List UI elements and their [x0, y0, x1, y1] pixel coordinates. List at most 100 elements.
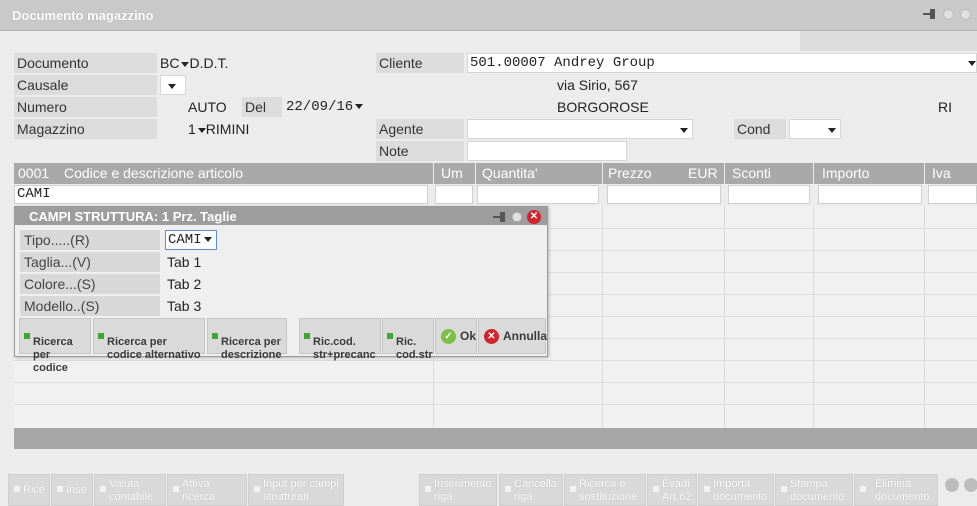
modello-label: Modello..(S)	[20, 296, 160, 316]
window-controls	[923, 8, 971, 20]
campi-struttura-dialog: CAMPI STRUTTURA: 1 Prz. Taglie ✕ Tipo...…	[14, 206, 548, 374]
col-separator	[602, 163, 603, 184]
importo-input[interactable]	[818, 185, 922, 204]
chevron-down-icon	[197, 127, 206, 133]
documento-label: Documento	[14, 53, 157, 73]
pin-icon[interactable]	[493, 211, 507, 223]
pin-icon[interactable]	[923, 8, 937, 20]
cliente-label: Cliente	[376, 53, 464, 73]
sconti-input[interactable]	[728, 185, 810, 204]
dialog-titlebar: CAMPI STRUTTURA: 1 Prz. Taglie ✕	[15, 207, 547, 225]
cliente-field[interactable]: 501.00007 Andrey Group	[467, 53, 977, 73]
chevron-down-icon	[828, 128, 836, 133]
attiva-ricerca-estesa-button[interactable]: Attiva ricerca estesa	[167, 474, 247, 506]
valuta-contabile-button[interactable]: Valuta contabile	[94, 474, 166, 506]
causale-select[interactable]	[160, 75, 186, 95]
col-iva: Iva	[932, 165, 951, 181]
province: RI	[938, 99, 952, 115]
grid-column-line	[924, 206, 925, 428]
codice-value: CAMI	[17, 186, 51, 202]
window-title: Documento magazzino	[12, 8, 154, 23]
cancel-icon: ✕	[484, 329, 499, 344]
rice-button[interactable]: Rice	[8, 474, 50, 506]
green-square-icon	[24, 333, 30, 339]
magazzino-label: Magazzino	[14, 119, 157, 139]
ricerca-codice-alternativo-button[interactable]: Ricerca per codice alternativo	[93, 318, 205, 361]
magazzino-code: 1	[188, 121, 196, 137]
note-label: Note	[376, 141, 464, 161]
ricerca-per-codice-label: Ricerca per codice	[33, 336, 73, 374]
um-input[interactable]	[435, 185, 473, 204]
agente-label: Agente	[376, 119, 464, 139]
ricerca-per-descrizione-button[interactable]: Ricerca per descrizione	[207, 318, 287, 361]
header-band	[800, 31, 977, 51]
agente-select[interactable]	[467, 119, 693, 139]
ricerca-codice-alternativo-label: Ricerca per codice alternativo	[107, 336, 201, 361]
inserimento-riga-button[interactable]: Inserimento riga	[419, 474, 497, 506]
elimina-documento-button[interactable]: Elimina documento	[854, 474, 938, 506]
chevron-down-icon	[355, 103, 364, 109]
evadi-art62-button[interactable]: Evadi Art.62	[647, 474, 697, 506]
minimize-icon[interactable]	[943, 8, 954, 20]
col-codice: Codice e descrizione articolo	[64, 165, 243, 181]
numero-field[interactable]: AUTO	[188, 97, 227, 117]
ricerca-sostituzione-button[interactable]: Ricerca e sostituzione	[564, 474, 646, 506]
circle-icon[interactable]	[944, 477, 960, 493]
numero-label: Numero	[14, 97, 157, 117]
ricerca-per-codice-button[interactable]: Ricerca per codice	[19, 318, 91, 374]
input-campi-strutturati-button[interactable]: Input per campi strutturati	[248, 474, 344, 506]
inse-button[interactable]: Inse	[51, 474, 93, 506]
dialog-title: CAMPI STRUTTURA: 1 Prz. Taglie	[29, 209, 237, 224]
quantita-input[interactable]	[477, 185, 599, 204]
close-icon[interactable]: ✕	[527, 210, 541, 224]
ok-button[interactable]: ✓ Ok	[435, 318, 477, 354]
ricerca-per-descrizione-label: Ricerca per descrizione	[221, 336, 282, 361]
col-sconti: Sconti	[732, 165, 771, 181]
green-square-icon	[212, 333, 218, 339]
col-separator	[924, 163, 925, 184]
minimize-icon[interactable]	[512, 212, 522, 222]
note-field[interactable]	[467, 141, 627, 161]
grid-footer-band	[14, 428, 977, 449]
address-line2: BORGOROSE	[557, 99, 649, 115]
annulla-button[interactable]: ✕ Annulla	[478, 318, 547, 354]
col-separator	[813, 163, 814, 184]
chevron-down-icon	[968, 61, 976, 66]
close-icon[interactable]	[963, 477, 977, 493]
ric-cod-str-precanc-button[interactable]: Ric.cod. str+precanc	[299, 318, 381, 361]
cliente-value: 501.00007 Andrey Group	[470, 55, 655, 71]
grid-header: 0001 Codice e descrizione articolo Um Qu…	[14, 163, 977, 184]
del-label: Del	[242, 97, 282, 117]
col-quantita: Quantita'	[482, 165, 538, 181]
ok-label: Ok	[460, 329, 477, 343]
close-icon[interactable]	[960, 8, 971, 20]
green-square-icon	[387, 333, 393, 339]
date-field[interactable]: 22/09/16	[286, 97, 364, 117]
prezzo-input[interactable]	[607, 185, 721, 204]
col-separator	[724, 163, 725, 184]
documento-type: D.D.T.	[189, 55, 229, 71]
magazzino-select[interactable]: 1 RIMINI	[188, 119, 249, 139]
grid-column-line	[602, 206, 603, 428]
col-separator	[433, 163, 434, 184]
chevron-down-icon	[680, 128, 688, 133]
tipo-input[interactable]: CAMI	[165, 230, 217, 250]
address-line1: via Sirio, 567	[557, 77, 638, 93]
col-um: Um	[441, 165, 463, 181]
cond-select[interactable]	[789, 119, 841, 139]
window-titlebar: Documento magazzino	[0, 0, 977, 31]
codice-input[interactable]: CAMI	[14, 185, 428, 204]
cancella-riga-button[interactable]: Cancella riga	[499, 474, 563, 506]
stampa-documento-button[interactable]: Stampa documento	[775, 474, 853, 506]
ric-cod-str-label: Ric. cod.str	[396, 336, 433, 361]
iva-input[interactable]	[928, 185, 977, 204]
modello-value: Tab 3	[167, 298, 202, 314]
grid-row-line	[14, 404, 977, 405]
grid-row-line	[14, 382, 977, 383]
green-square-icon	[98, 333, 104, 339]
documento-select[interactable]: BC D.D.T.	[160, 53, 228, 73]
green-square-icon	[304, 333, 310, 339]
bottom-toolbar: Rice Inse Valuta contabile Attiva ricerc…	[0, 466, 977, 506]
ric-cod-str-button[interactable]: Ric. cod.str	[382, 318, 434, 361]
importa-documento-button[interactable]: Importa documento	[698, 474, 774, 506]
